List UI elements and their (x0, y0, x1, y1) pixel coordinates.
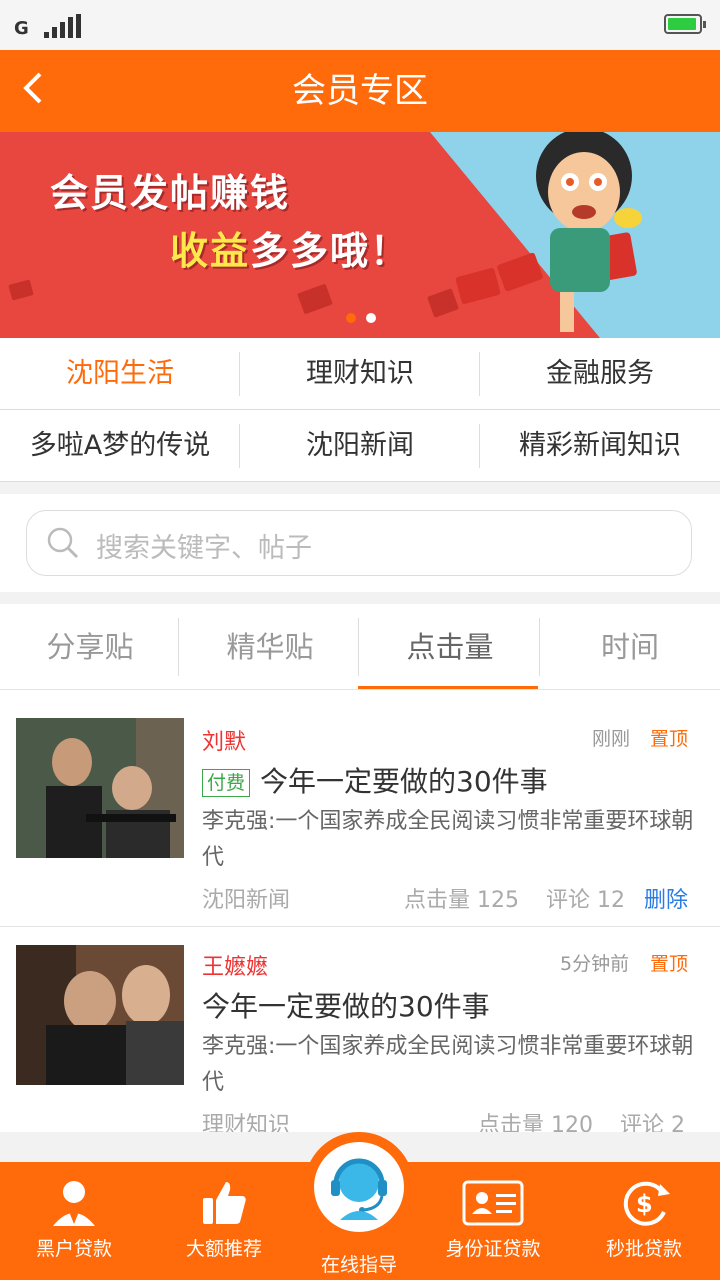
post-author[interactable]: 刘默 (202, 724, 246, 756)
comment-count: 评论 12 (546, 888, 625, 913)
banner-subheadline: 收益多多哦！ (170, 229, 411, 273)
nav-label: 秒批贷款 (605, 1238, 682, 1260)
category-finance-knowledge[interactable]: 理财知识 (240, 338, 480, 410)
post-title[interactable]: 今年一定要做的30件事 (202, 985, 490, 1025)
tab-featured[interactable]: 精华贴 (180, 604, 360, 690)
post-category[interactable]: 理财知识 (202, 1107, 290, 1132)
divider (239, 424, 240, 468)
thumbs-up-icon (203, 1182, 246, 1224)
back-icon[interactable] (18, 66, 58, 110)
active-tab-indicator (358, 686, 538, 689)
divider (0, 481, 720, 482)
network-type-icon: G (14, 18, 29, 39)
post-thumbnail (16, 945, 184, 1085)
search-placeholder: 搜索关键字、帖子 (96, 533, 312, 564)
tab-share[interactable]: 分享贴 (0, 604, 180, 690)
nav-online-guide[interactable]: 在线指导 (287, 1250, 431, 1277)
paid-badge: 付费 (202, 769, 251, 797)
nav-blacklist-loan[interactable]: 黑户贷款 (2, 1178, 146, 1261)
post-description: 李克强:一个国家养成全民阅读习惯非常重要环球朝代 (202, 809, 694, 870)
click-count: 点击量 120 (478, 1113, 593, 1132)
divider (239, 352, 240, 396)
click-count: 点击量 125 (404, 888, 519, 913)
divider (358, 618, 359, 676)
svg-text:$: $ (636, 1190, 653, 1218)
list-item[interactable]: 刘默 刚刚 置顶 付费 今年一定要做的30件事 李克强:一个国家养成全民阅读习惯非… (0, 690, 720, 926)
post-time: 刚刚 (592, 728, 631, 750)
divider (479, 352, 480, 396)
page-title: 会员专区 (292, 71, 428, 111)
signal-icon (44, 14, 84, 38)
divider (178, 618, 179, 676)
person-icon (53, 1181, 95, 1226)
post-author[interactable]: 王嬷嬷 (202, 949, 268, 981)
category-great-news[interactable]: 精彩新闻知识 (480, 410, 720, 482)
banner-headline: 会员发帖赚钱 (50, 171, 291, 215)
nav-instant-loan[interactable]: $ 秒批贷款 (572, 1178, 716, 1261)
nav-label: 大额推荐 (185, 1238, 262, 1260)
category-shenyang-life[interactable]: 沈阳生活 (0, 338, 240, 410)
post-description: 李克强:一个国家养成全民阅读习惯非常重要环球朝代 (202, 1034, 694, 1095)
category-doraemon[interactable]: 多啦A梦的传说 (0, 410, 240, 482)
divider (539, 618, 540, 676)
nav-label: 黑户贷款 (35, 1238, 112, 1260)
category-grid: 沈阳生活 理财知识 金融服务 多啦A梦的传说 沈阳新闻 精彩新闻知识 (0, 338, 720, 482)
pinned-badge: 置顶 (650, 728, 689, 750)
tab-time[interactable]: 时间 (540, 604, 720, 690)
category-financial-services[interactable]: 金融服务 (480, 338, 720, 410)
status-bar (0, 0, 720, 50)
search-icon (46, 526, 80, 564)
divider (0, 409, 720, 410)
battery-icon (664, 14, 706, 34)
nav-large-recommend[interactable]: 大额推荐 (152, 1178, 296, 1261)
tab-clicks[interactable]: 点击量 (360, 604, 540, 690)
pinned-badge: 置顶 (650, 953, 689, 975)
delete-button[interactable]: 删除 (644, 882, 688, 914)
post-title[interactable]: 付费 今年一定要做的30件事 (202, 760, 548, 800)
headset-agent-icon (331, 1158, 387, 1220)
id-card-icon (462, 1180, 524, 1226)
post-time: 5分钟前 (560, 953, 630, 975)
post-category[interactable]: 沈阳新闻 (202, 882, 290, 914)
comment-count: 评论 2 (620, 1113, 685, 1132)
category-shenyang-news[interactable]: 沈阳新闻 (240, 410, 480, 482)
banner-pager (346, 308, 386, 327)
dollar-cycle-icon: $ (623, 1181, 670, 1226)
nav-id-card-loan[interactable]: 身份证贷款 (421, 1178, 565, 1261)
nav-label: 身份证贷款 (445, 1238, 541, 1260)
nav-label: 在线指导 (320, 1254, 397, 1276)
online-guide-button[interactable] (314, 1142, 404, 1232)
list-item[interactable]: 王嬷嬷 5分钟前 置顶 今年一定要做的30件事 李克强:一个国家养成全民阅读习惯… (0, 927, 720, 1132)
post-thumbnail (16, 718, 184, 858)
pager-dot[interactable] (366, 313, 376, 323)
pager-dot-active[interactable] (346, 313, 356, 323)
divider (479, 424, 480, 468)
post-list: 刘默 刚刚 置顶 付费 今年一定要做的30件事 李克强:一个国家养成全民阅读习惯非… (0, 690, 720, 1132)
